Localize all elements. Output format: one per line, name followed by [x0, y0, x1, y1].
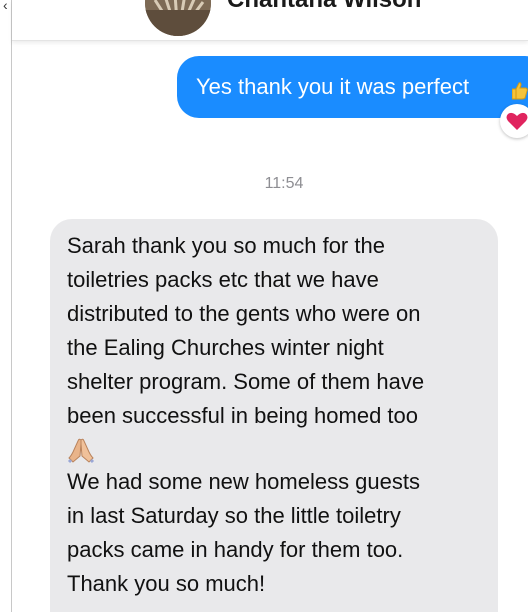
contact-avatar[interactable] [145, 0, 211, 36]
incoming-message-bubble[interactable]: Sarah thank you so much for the toiletri… [50, 219, 498, 612]
conversation-header[interactable]: Chantana Wilson [12, 0, 528, 41]
heart-reaction-icon[interactable] [500, 104, 528, 138]
chat-screen: ‹ Chantana Wilson Yes thank you it was p… [0, 0, 528, 612]
message-line: in last Saturday so the little toiletry [67, 503, 401, 528]
message-line: shelter program. Some of them have [67, 369, 425, 394]
message-line: Thank you so much! [67, 571, 266, 596]
message-line: toiletries packs etc that we have [67, 267, 379, 292]
avatar-image [145, 0, 211, 36]
contact-name[interactable]: Chantana Wilson [227, 0, 421, 14]
praying-hands-icon [67, 438, 95, 464]
outgoing-message-bubble[interactable]: Yes thank you it was perfect [177, 56, 528, 118]
message-line: distributed to the gents who were on [67, 301, 421, 326]
message-line: been successful in being homed too [67, 403, 419, 428]
message-line: packs came in handy for them too. [67, 537, 404, 562]
message-line: Sarah thank you so much for the [67, 233, 385, 258]
window-edge [11, 0, 12, 612]
message-line: the Ealing Churches winter night [67, 335, 384, 360]
praying-hands-emoji [67, 433, 482, 465]
message-timestamp: 11:54 [264, 175, 304, 192]
thumbs-up-emoji [512, 82, 528, 100]
heart-icon [506, 112, 528, 130]
message-line: We had some new homeless guests [67, 469, 420, 494]
chevron-left-icon[interactable]: ‹ [3, 0, 8, 12]
outgoing-message-text: Yes thank you it was perfect [196, 74, 470, 99]
